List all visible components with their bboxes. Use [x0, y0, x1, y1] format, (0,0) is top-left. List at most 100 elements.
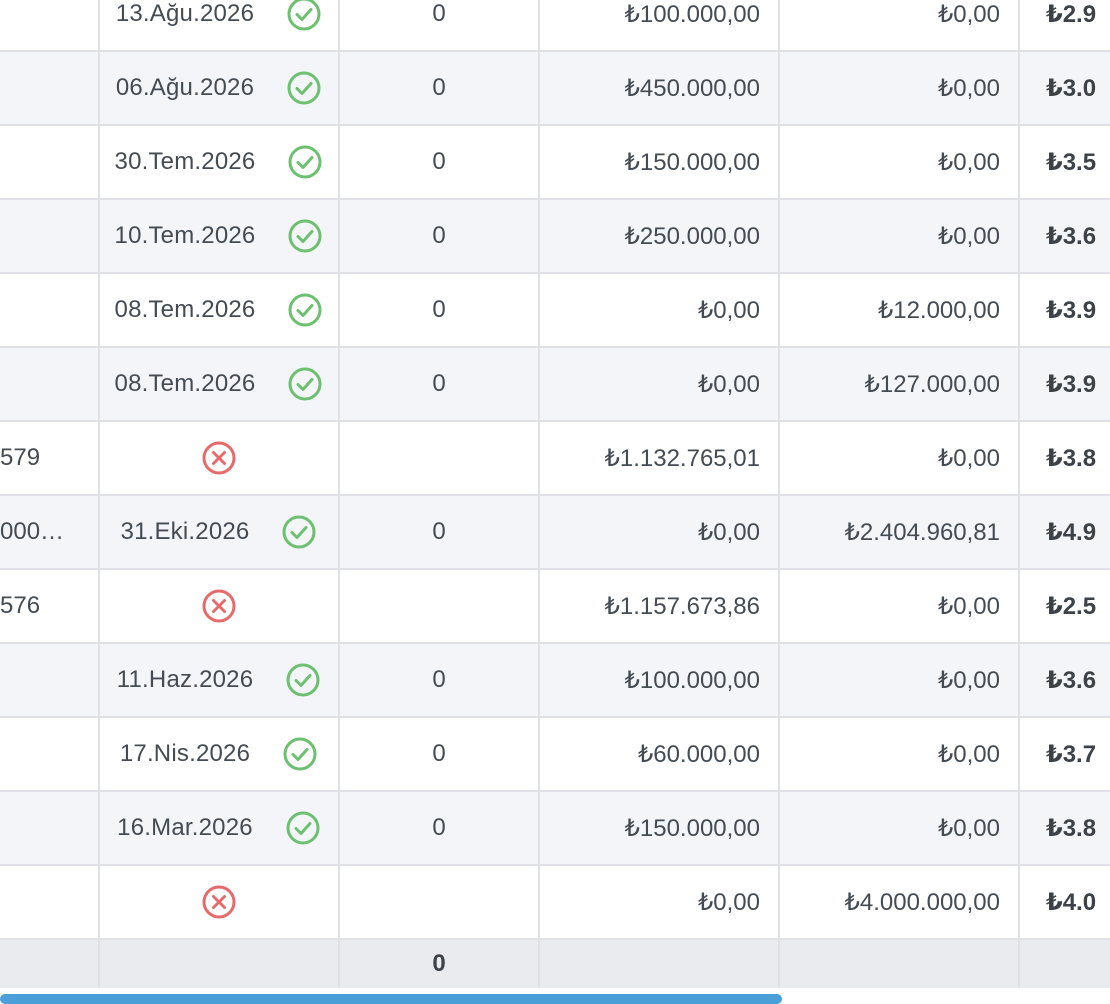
table-row[interactable]: 16.Mar.2026 0 ₺150.000,00 ₺0,00 ₺3.8 — [0, 792, 1110, 866]
footer-cell — [780, 940, 1020, 988]
date-status-cell: 13.Ağu.2026 — [100, 0, 340, 50]
due-date: 16.Mar.2026 — [117, 814, 253, 841]
total-cell: ₺3.9 — [1020, 274, 1110, 346]
ref-cell: 576 — [0, 570, 100, 642]
ref-cell-text: 579 — [0, 444, 41, 471]
table-row[interactable]: 576 ₺1.157.673,86 ₺0,00 ₺2.5 — [0, 570, 1110, 644]
qty-cell: 0 — [340, 274, 540, 346]
footer-cell — [0, 940, 100, 988]
amount2-cell-text: ₺0,00 — [938, 814, 1000, 842]
amount1-cell: ₺0,00 — [540, 274, 780, 346]
table-footer: 0 — [0, 940, 1110, 988]
amount2-cell-text: ₺0,00 — [938, 148, 1000, 176]
date-status-cell — [100, 570, 340, 642]
table-row[interactable]: 08.Tem.2026 0 ₺0,00 ₺127.000,00 ₺3.9 — [0, 348, 1110, 422]
amount2-cell-text: ₺0,00 — [938, 444, 1000, 472]
total-cell-text: ₺4.0 — [1046, 888, 1097, 916]
check-circle-icon — [282, 736, 318, 772]
due-date: 06.Ağu.2026 — [115, 74, 255, 101]
amount2-cell-text: ₺0,00 — [938, 666, 1000, 694]
qty-cell: 0 — [340, 348, 540, 420]
qty-cell-text: 0 — [432, 370, 446, 397]
x-circle-icon — [201, 588, 237, 624]
table-row[interactable]: 11.Haz.2026 0 ₺100.000,00 ₺0,00 ₺3.6 — [0, 644, 1110, 718]
table-row[interactable]: 17.Nis.2026 0 ₺60.000,00 ₺0,00 ₺3.7 — [0, 718, 1110, 792]
amount1-cell: ₺0,00 — [540, 496, 780, 568]
amount1-cell-text: ₺450.000,00 — [624, 74, 760, 102]
table-row[interactable]: 08.Tem.2026 0 ₺0,00 ₺12.000,00 ₺3.9 — [0, 274, 1110, 348]
total-cell: ₺3.0 — [1020, 52, 1110, 124]
amount2-cell: ₺0,00 — [780, 422, 1020, 494]
amount1-cell: ₺0,00 — [540, 866, 780, 938]
table-row[interactable]: 000… 31.Eki.2026 0 ₺0,00 ₺2.404.960,81 ₺4.9 — [0, 496, 1110, 570]
amount1-cell-text: ₺150.000,00 — [624, 814, 760, 842]
amount1-cell-text: ₺1.132.765,01 — [604, 444, 760, 472]
amount2-cell: ₺0,00 — [780, 126, 1020, 198]
due-date: 11.Haz.2026 — [116, 666, 254, 693]
date-status-cell: 16.Mar.2026 — [100, 792, 340, 864]
horizontal-scrollbar[interactable] — [0, 994, 782, 1004]
amount1-cell-text: ₺0,00 — [698, 296, 760, 324]
total-cell-text: ₺3.5 — [1046, 148, 1097, 176]
date-status-cell: 08.Tem.2026 — [100, 348, 340, 420]
due-date: 08.Tem.2026 — [114, 370, 256, 397]
total-cell-text: ₺2.9 — [1046, 0, 1097, 28]
footer-cell — [1020, 940, 1110, 988]
table-row[interactable]: 30.Tem.2026 0 ₺150.000,00 ₺0,00 ₺3.5 — [0, 126, 1110, 200]
check-circle-icon — [285, 662, 321, 698]
table-row[interactable]: 06.Ağu.2026 0 ₺450.000,00 ₺0,00 ₺3.0 — [0, 52, 1110, 126]
amount1-cell-text: ₺1.157.673,86 — [604, 592, 760, 620]
qty-cell-text: 0 — [432, 740, 446, 767]
table-row[interactable]: 13.Ağu.2026 0 ₺100.000,00 ₺0,00 ₺2.9 — [0, 0, 1110, 52]
amount1-cell: ₺1.132.765,01 — [540, 422, 780, 494]
amount1-cell: ₺450.000,00 — [540, 52, 780, 124]
date-status-cell — [100, 866, 340, 938]
qty-cell: 0 — [340, 496, 540, 568]
due-date: 10.Tem.2026 — [114, 222, 256, 249]
table-row[interactable]: 10.Tem.2026 0 ₺250.000,00 ₺0,00 ₺3.6 — [0, 200, 1110, 274]
amount1-cell-text: ₺250.000,00 — [624, 222, 760, 250]
ref-cell — [0, 0, 100, 50]
ref-cell — [0, 866, 100, 938]
amount2-cell: ₺0,00 — [780, 0, 1020, 50]
ref-cell — [0, 126, 100, 198]
total-cell-text: ₺3.6 — [1046, 666, 1097, 694]
amount2-cell-text: ₺127.000,00 — [864, 370, 1000, 398]
amount2-cell-text: ₺12.000,00 — [877, 296, 1000, 324]
data-grid: 13.Ağu.2026 0 ₺100.000,00 ₺0,00 ₺2.9 06.Ağu.2… — [0, 0, 1110, 940]
check-circle-icon — [286, 0, 322, 32]
table-row[interactable]: 579 ₺1.132.765,01 ₺0,00 ₺3.8 — [0, 422, 1110, 496]
date-status-cell: 11.Haz.2026 — [100, 644, 340, 716]
total-cell-text: ₺3.6 — [1046, 222, 1097, 250]
qty-cell: 0 — [340, 644, 540, 716]
ref-cell — [0, 274, 100, 346]
amount1-cell: ₺0,00 — [540, 348, 780, 420]
total-cell: ₺4.0 — [1020, 866, 1110, 938]
total-cell: ₺2.9 — [1020, 0, 1110, 50]
ref-cell: 000… — [0, 496, 100, 568]
amount2-cell: ₺0,00 — [780, 200, 1020, 272]
check-circle-icon — [287, 292, 323, 328]
amount1-cell-text: ₺0,00 — [698, 370, 760, 398]
ref-cell: 579 — [0, 422, 100, 494]
amount1-cell: ₺100.000,00 — [540, 644, 780, 716]
date-status-cell: 06.Ağu.2026 — [100, 52, 340, 124]
date-status-cell: 10.Tem.2026 — [100, 200, 340, 272]
due-date: 08.Tem.2026 — [114, 296, 256, 323]
ref-cell — [0, 718, 100, 790]
ref-cell-text: 000… — [0, 518, 65, 545]
ref-cell — [0, 348, 100, 420]
qty-cell: 0 — [340, 0, 540, 50]
check-circle-icon — [287, 144, 323, 180]
ref-cell-text: 576 — [0, 592, 41, 619]
amount2-cell-text: ₺0,00 — [938, 0, 1000, 28]
qty-cell — [340, 570, 540, 642]
amount2-cell: ₺0,00 — [780, 644, 1020, 716]
table-row[interactable]: ₺0,00 ₺4.000.000,00 ₺4.0 — [0, 866, 1110, 940]
amount2-cell: ₺0,00 — [780, 570, 1020, 642]
total-cell-text: ₺3.9 — [1046, 296, 1097, 324]
total-cell-text: ₺3.0 — [1046, 74, 1097, 102]
check-circle-icon — [281, 514, 317, 550]
qty-cell — [340, 866, 540, 938]
amount1-cell-text: ₺60.000,00 — [637, 740, 760, 768]
